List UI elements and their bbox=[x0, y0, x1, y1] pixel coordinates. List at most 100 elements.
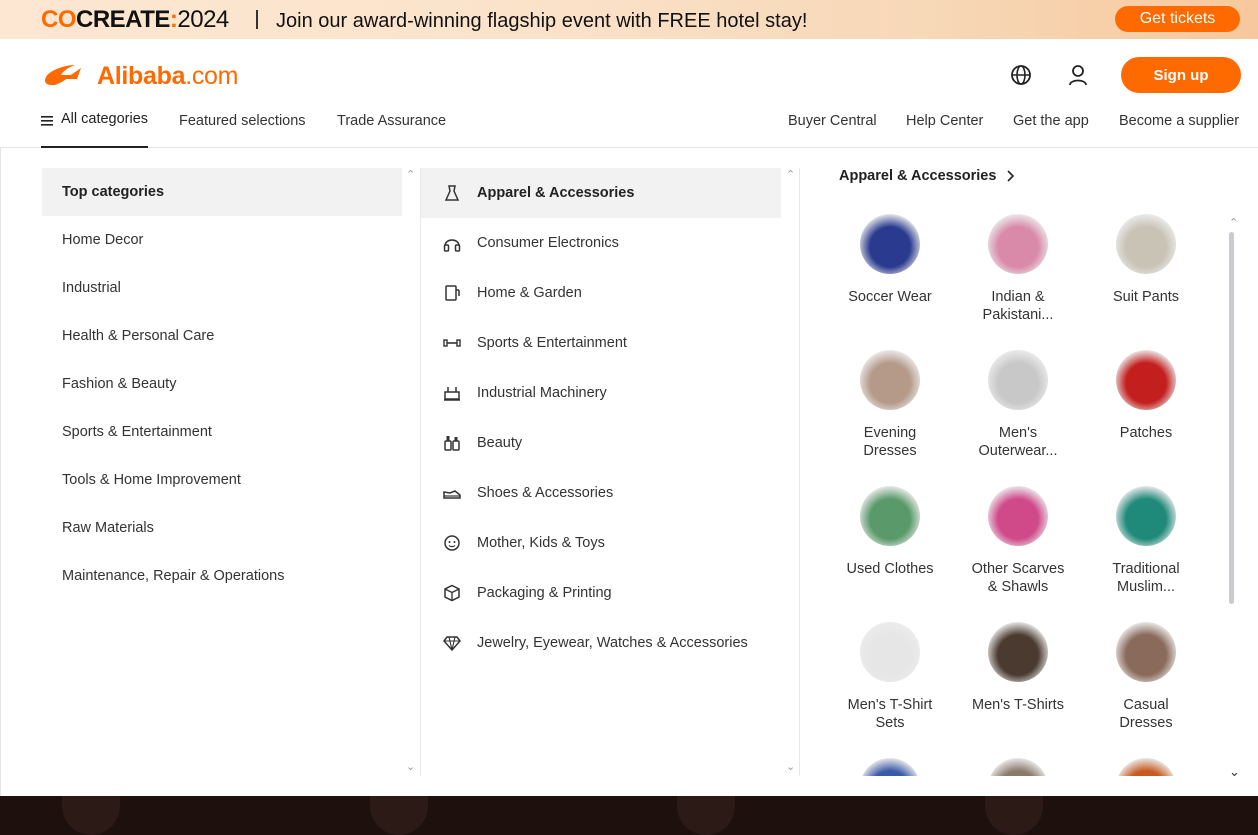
subcategory-thumbnail bbox=[1116, 214, 1176, 274]
category-item[interactable]: Apparel & Accessories bbox=[421, 168, 781, 218]
subcategory-tile[interactable]: Traditional Muslim... bbox=[1091, 486, 1201, 596]
subcategory-panel: Apparel & Accessories Soccer Wear Indian … bbox=[839, 168, 1239, 776]
subcategory-label-line1: Men's bbox=[998, 425, 1038, 441]
logo-text: Alibaba bbox=[97, 61, 186, 90]
subcategory-label: Other Scarves & Shawls bbox=[963, 560, 1073, 596]
subcategory-tile[interactable]: Suit Pants bbox=[1091, 214, 1201, 306]
home-appliance-icon bbox=[445, 285, 460, 301]
top-categories-item[interactable]: Top categories bbox=[42, 168, 402, 216]
subcategory-label-line2: Dresses bbox=[1119, 715, 1173, 731]
subcategory-label: Evening Dresses bbox=[839, 424, 945, 460]
col2-scroll-up-icon[interactable]: ⌃ bbox=[786, 168, 795, 181]
category-label: Mother, Kids & Toys bbox=[477, 535, 605, 551]
alibaba-logo[interactable]: Alibaba.com bbox=[41, 59, 238, 93]
all-categories-label: All categories bbox=[61, 111, 149, 127]
nav-buyer-central[interactable]: Buyer Central bbox=[788, 113, 877, 129]
category-item[interactable]: Jewelry, Eyewear, Watches & Accessories bbox=[421, 618, 781, 668]
subcategory-label-line1: Men's T-Shirts bbox=[972, 697, 1064, 713]
subcategory-tile[interactable] bbox=[963, 758, 1073, 776]
globe-icon[interactable] bbox=[1010, 64, 1032, 86]
categories-list: Apparel & Accessories Consumer Electroni… bbox=[421, 168, 781, 668]
category-item[interactable]: Shoes & Accessories bbox=[421, 468, 781, 518]
nav-become-a-supplier[interactable]: Become a supplier bbox=[1119, 113, 1239, 129]
subcategory-label-line1: Suit Pants bbox=[1112, 289, 1180, 305]
category-item[interactable]: Consumer Electronics bbox=[421, 218, 781, 268]
top-category-home-decor[interactable]: Home Decor bbox=[42, 216, 402, 264]
all-categories-tab[interactable]: All categories bbox=[41, 111, 149, 148]
subcategory-thumbnail bbox=[988, 486, 1048, 546]
cocreate-logo: COCREATE:2024 bbox=[41, 6, 229, 34]
subcategory-tile[interactable]: Indian & Pakistani... bbox=[963, 214, 1073, 324]
subcategory-tile[interactable]: Other Scarves & Shawls bbox=[963, 486, 1073, 596]
background-icon bbox=[62, 796, 120, 835]
get-tickets-button[interactable]: Get tickets bbox=[1115, 6, 1240, 32]
col3-scroll-up-icon[interactable]: ⌃ bbox=[1229, 216, 1238, 229]
subcategory-tile[interactable]: Men's T-Shirts bbox=[963, 622, 1073, 714]
subcategory-thumbnail bbox=[1116, 350, 1176, 410]
subcategory-tile[interactable]: Men's Outerwear... bbox=[963, 350, 1073, 460]
category-item[interactable]: Home & Garden bbox=[421, 268, 781, 318]
category-item[interactable]: Industrial Machinery bbox=[421, 368, 781, 418]
subcategory-thumbnail bbox=[860, 350, 920, 410]
box-icon bbox=[444, 584, 460, 602]
shoe-icon bbox=[443, 490, 461, 499]
top-category-sports[interactable]: Sports & Entertainment bbox=[42, 408, 402, 456]
background-page-band bbox=[0, 796, 1258, 835]
nav-featured-selections[interactable]: Featured selections bbox=[179, 113, 306, 129]
subcategory-tile[interactable]: Casual Dresses bbox=[1091, 622, 1201, 732]
subcategory-thumbnail bbox=[988, 622, 1048, 682]
categories-dropdown: Top categories Home Decor Industrial Hea… bbox=[0, 148, 1258, 796]
baby-icon bbox=[444, 535, 460, 551]
user-icon[interactable] bbox=[1067, 64, 1089, 86]
subcategory-tile[interactable]: Soccer Wear bbox=[839, 214, 945, 306]
subcategory-label: Used Clothes bbox=[839, 560, 945, 578]
subcategory-tile[interactable]: Patches bbox=[1091, 350, 1201, 442]
alibaba-logo-icon bbox=[45, 65, 81, 85]
subcategory-thumbnail bbox=[988, 350, 1048, 410]
promo-message: Join our award-winning flagship event wi… bbox=[276, 10, 808, 32]
sign-up-button[interactable]: Sign up bbox=[1121, 57, 1241, 93]
top-category-raw-materials[interactable]: Raw Materials bbox=[42, 504, 402, 552]
subcategory-label-line2: Sets bbox=[875, 715, 905, 731]
subcategory-thumbnail bbox=[988, 758, 1048, 776]
category-label: Beauty bbox=[477, 435, 523, 451]
subcategory-tile[interactable]: Men's T-Shirt Sets bbox=[839, 622, 945, 732]
subcategory-grid: Soccer Wear Indian & Pakistani... Suit Pant… bbox=[839, 214, 1219, 776]
category-item[interactable]: Packaging & Printing bbox=[421, 568, 781, 618]
promo-banner[interactable]: COCREATE:2024 Join our award-winning fla… bbox=[0, 0, 1258, 39]
top-category-fashion[interactable]: Fashion & Beauty bbox=[42, 360, 402, 408]
subcategory-tile[interactable] bbox=[839, 758, 945, 776]
nav-get-the-app[interactable]: Get the app bbox=[1013, 113, 1089, 129]
nav-trade-assurance[interactable]: Trade Assurance bbox=[337, 113, 446, 129]
top-category-tools[interactable]: Tools & Home Improvement bbox=[42, 456, 402, 504]
top-category-mro[interactable]: Maintenance, Repair & Operations bbox=[42, 552, 402, 600]
subcategory-thumbnail bbox=[860, 214, 920, 274]
col3-scroll-down-icon[interactable]: ⌄ bbox=[1229, 764, 1240, 780]
nav-help-center[interactable]: Help Center bbox=[906, 113, 983, 129]
col1-scroll-up-icon[interactable]: ⌃ bbox=[406, 168, 415, 181]
col1-scroll-down-icon[interactable]: ⌄ bbox=[406, 760, 415, 773]
subcategory-label-line2: Dresses bbox=[863, 443, 917, 459]
top-category-industrial[interactable]: Industrial bbox=[42, 264, 402, 312]
subcategory-tile[interactable] bbox=[1091, 758, 1201, 776]
category-item[interactable]: Beauty bbox=[421, 418, 781, 468]
category-label: Packaging & Printing bbox=[477, 585, 612, 601]
category-item[interactable]: Sports & Entertainment bbox=[421, 318, 781, 368]
subcategory-label-line2: Pakistani... bbox=[982, 307, 1054, 323]
subcategory-tile[interactable]: Evening Dresses bbox=[839, 350, 945, 460]
top-category-health[interactable]: Health & Personal Care bbox=[42, 312, 402, 360]
subcategory-label-line1: Men's T-Shirt bbox=[847, 697, 933, 713]
subcategory-label-line1: Indian & bbox=[991, 289, 1045, 305]
subcategory-thumbnail bbox=[988, 214, 1048, 274]
column-divider bbox=[799, 168, 800, 776]
subcategory-label-line1: Casual bbox=[1123, 697, 1169, 713]
col2-scroll-down-icon[interactable]: ⌄ bbox=[786, 760, 795, 773]
machinery-icon bbox=[444, 387, 460, 401]
subcategory-label: Traditional Muslim... bbox=[1091, 560, 1201, 596]
subcategory-title: Apparel & Accessories bbox=[839, 168, 997, 184]
subcategory-title-link[interactable]: Apparel & Accessories bbox=[839, 168, 1239, 184]
subcategory-thumbnail bbox=[1116, 758, 1176, 776]
category-item[interactable]: Mother, Kids & Toys bbox=[421, 518, 781, 568]
subcategory-scrollbar[interactable] bbox=[1229, 232, 1234, 604]
subcategory-tile[interactable]: Used Clothes bbox=[839, 486, 945, 578]
